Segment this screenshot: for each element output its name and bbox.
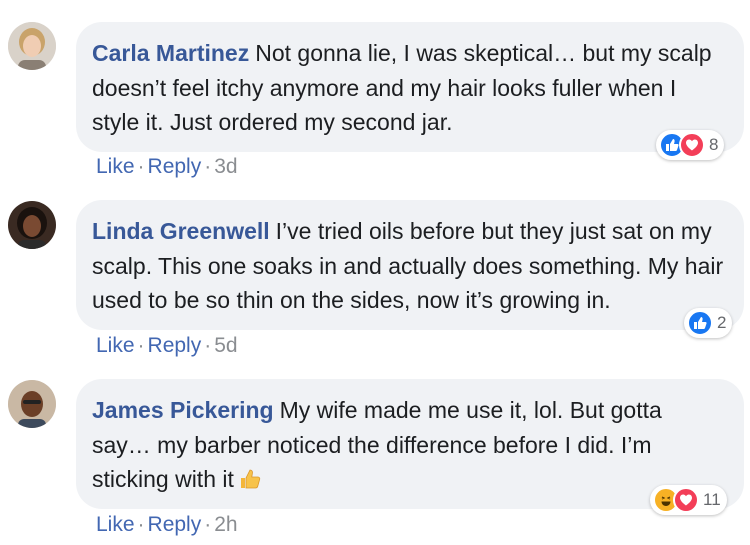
- separator: ·: [137, 155, 145, 178]
- reply-link[interactable]: Reply: [148, 513, 202, 536]
- reaction-count: 2: [717, 313, 727, 332]
- comment-actions: Like · Reply · 2h: [96, 513, 238, 537]
- timestamp[interactable]: 2h: [214, 513, 237, 536]
- separator: ·: [204, 155, 212, 178]
- thumbs-up-icon: [687, 310, 713, 336]
- reaction-summary[interactable]: 8: [656, 130, 725, 160]
- heart-icon: [673, 487, 699, 513]
- like-link[interactable]: Like: [96, 155, 135, 178]
- comment-bubble: James Pickering My wife made me use it, l…: [76, 379, 744, 509]
- heart-icon: [679, 132, 705, 158]
- like-link[interactable]: Like: [96, 513, 135, 536]
- separator: ·: [204, 334, 212, 357]
- separator: ·: [137, 334, 145, 357]
- avatar[interactable]: [8, 201, 56, 249]
- reply-link[interactable]: Reply: [148, 155, 202, 178]
- comment-author[interactable]: Linda Greenwell: [92, 218, 270, 244]
- avatar[interactable]: [8, 22, 56, 70]
- comment-bubble: Carla Martinez Not gonna lie, I was skept…: [76, 22, 744, 152]
- comment-author[interactable]: Carla Martinez: [92, 40, 249, 66]
- separator: ·: [204, 513, 212, 536]
- comment-actions: Like · Reply · 5d: [96, 334, 238, 358]
- timestamp[interactable]: 5d: [214, 334, 237, 357]
- like-link[interactable]: Like: [96, 334, 135, 357]
- comment-author[interactable]: James Pickering: [92, 397, 274, 423]
- avatar[interactable]: [8, 380, 56, 428]
- comment-text: James Pickering My wife made me use it, l…: [92, 393, 726, 501]
- reaction-count: 11: [703, 490, 721, 509]
- thumbs-up-emoji-icon: [238, 466, 262, 501]
- comment-actions: Like · Reply · 3d: [96, 155, 238, 179]
- comment-text: Carla Martinez Not gonna lie, I was skept…: [92, 36, 726, 140]
- reply-link[interactable]: Reply: [148, 334, 202, 357]
- timestamp[interactable]: 3d: [214, 155, 237, 178]
- separator: ·: [137, 513, 145, 536]
- comment-bubble: Linda Greenwell I’ve tried oils before bu…: [76, 200, 744, 330]
- reaction-count: 8: [709, 135, 719, 154]
- reaction-summary[interactable]: 2: [684, 308, 733, 338]
- reaction-summary[interactable]: 11: [650, 485, 727, 515]
- comment-text: Linda Greenwell I’ve tried oils before bu…: [92, 214, 726, 318]
